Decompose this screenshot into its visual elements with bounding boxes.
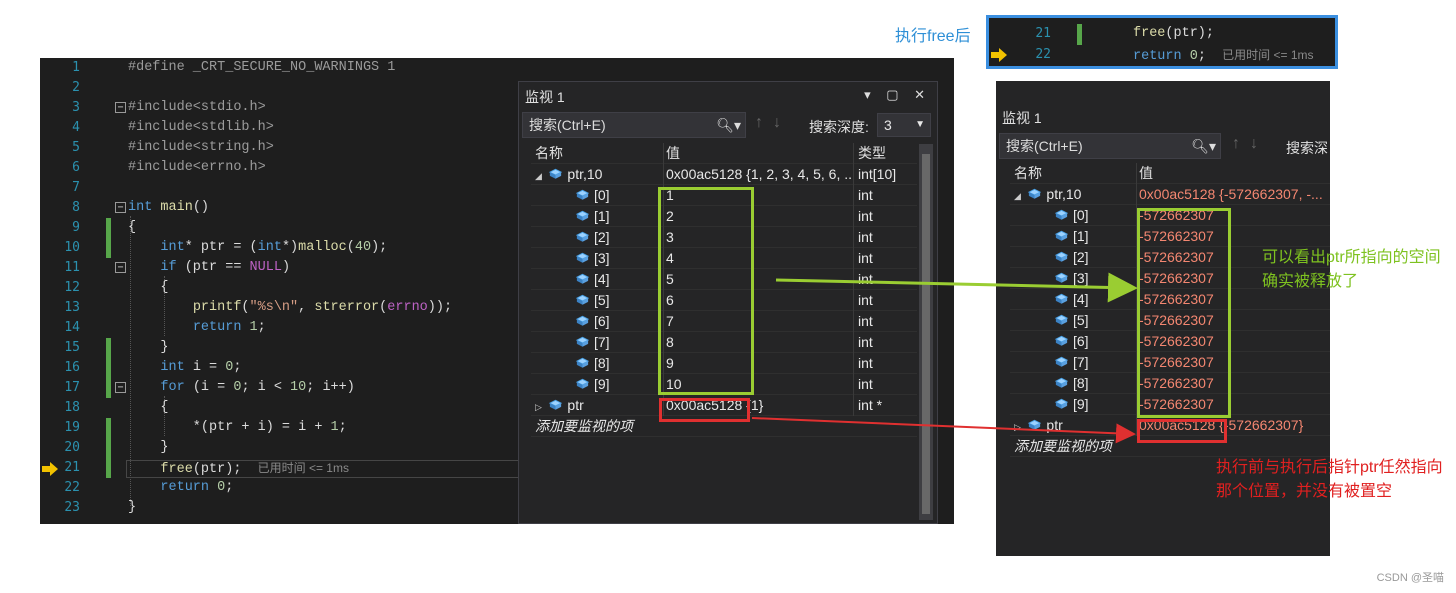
green-arrow	[775, 272, 1138, 303]
watermark-credit: CSDN @圣喵	[1376, 572, 1444, 584]
red-arrow	[751, 417, 1136, 444]
note-memory-freed: 可以看出ptr所指向的空间确实被释放了	[1262, 249, 1441, 290]
note-pointer-not-null: 执行前与执行后指针ptr任然指向那个位置，并没有被置空	[1216, 459, 1443, 500]
annotation-arrows	[751, 272, 1138, 444]
